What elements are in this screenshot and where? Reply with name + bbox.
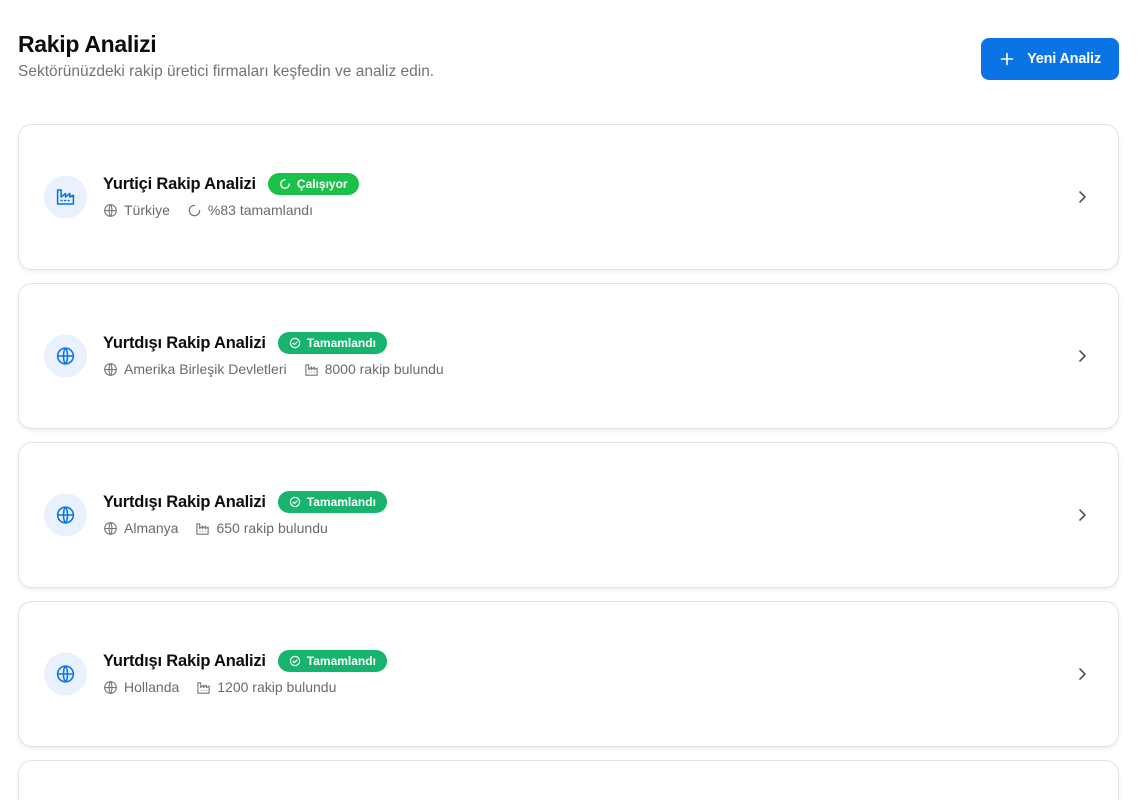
card-icon-wrapper <box>44 652 87 696</box>
status-badge: Tamamlandı <box>277 332 387 354</box>
status-badge: Tamamlandı <box>277 650 387 672</box>
analysis-list: Yurtiçi Rakip Analizi Çalışıyor Türkiye … <box>18 124 1119 800</box>
chevron-right-icon <box>1079 509 1086 521</box>
check-circle-icon <box>289 655 300 667</box>
card-title: Yurtdışı Rakip Analizi <box>103 333 266 352</box>
spinner-icon <box>188 204 201 216</box>
plus-icon <box>1000 52 1014 66</box>
globe-icon <box>56 665 75 683</box>
card-title: Yurtdışı Rakip Analizi <box>103 492 266 511</box>
card-competitor-count: 650 rakip bulundu <box>216 520 328 536</box>
status-badge-label: Tamamlandı <box>306 654 376 668</box>
analysis-card-germany[interactable]: Yurtdışı Rakip Analizi Tamamlandı Almany… <box>18 442 1119 588</box>
new-analysis-button-label: Yeni Analiz <box>1027 51 1101 67</box>
globe-icon <box>104 521 117 535</box>
globe-icon <box>104 203 117 217</box>
status-badge-label: Tamamlandı <box>306 336 376 350</box>
factory-icon <box>197 681 210 694</box>
globe-icon <box>104 680 117 694</box>
factory-icon <box>304 363 318 376</box>
status-badge-label: Çalışıyor <box>296 177 348 191</box>
page-title: Rakip Analizi <box>18 31 157 57</box>
analysis-card-partial[interactable] <box>18 760 1119 800</box>
status-badge: Çalışıyor <box>267 173 359 195</box>
status-badge-label: Tamamlandı <box>306 495 376 509</box>
globe-icon <box>104 362 117 376</box>
card-icon-wrapper <box>44 493 87 537</box>
check-circle-icon <box>289 337 300 349</box>
page-subtitle: Sektörünüzdeki rakip üretici firmaları k… <box>18 63 435 80</box>
chevron-right-icon <box>1079 668 1086 680</box>
chevron-right-icon <box>1079 191 1086 203</box>
card-title: Yurtiçi Rakip Analizi <box>103 174 256 193</box>
status-badge: Tamamlandı <box>277 491 387 513</box>
page-header: Rakip Analizi Sektörünüzdeki rakip üreti… <box>18 30 1119 90</box>
card-competitor-count: 1200 rakip bulundu <box>217 679 337 695</box>
card-icon-wrapper <box>44 175 87 219</box>
analysis-card-usa[interactable]: Yurtdışı Rakip Analizi Tamamlandı Amerik… <box>18 283 1119 429</box>
factory-icon <box>196 522 210 535</box>
globe-icon <box>56 347 75 365</box>
check-circle-icon <box>289 496 300 508</box>
card-progress: %83 tamamlandı <box>207 202 313 218</box>
analysis-card-domestic[interactable]: Yurtiçi Rakip Analizi Çalışıyor Türkiye … <box>18 124 1119 270</box>
card-country: Almanya <box>124 520 179 536</box>
card-country: Hollanda <box>124 679 180 695</box>
card-icon-wrapper <box>44 334 87 378</box>
card-competitor-count: 8000 rakip bulundu <box>324 361 444 377</box>
spinner-icon <box>279 179 290 189</box>
card-country: Amerika Birleşik Devletleri <box>124 361 287 377</box>
card-country: Türkiye <box>124 202 170 218</box>
globe-icon <box>56 506 75 524</box>
chevron-right-icon <box>1079 350 1086 362</box>
analysis-card-netherlands[interactable]: Yurtdışı Rakip Analizi Tamamlandı Hollan… <box>18 601 1119 747</box>
card-title: Yurtdışı Rakip Analizi <box>103 651 266 670</box>
new-analysis-button[interactable]: Yeni Analiz <box>981 38 1119 80</box>
factory-icon <box>56 189 75 205</box>
